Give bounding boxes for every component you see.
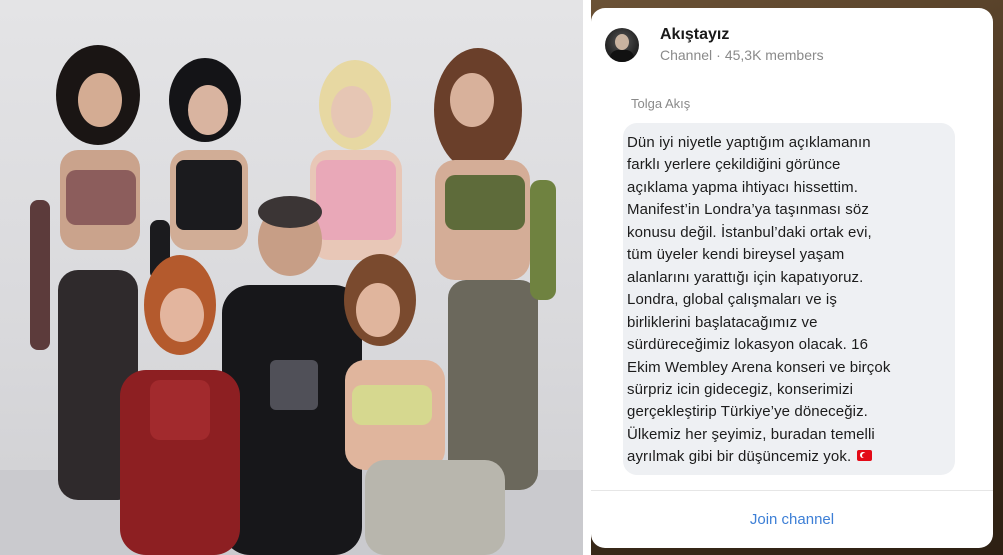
message-line: farklı yerlere çekildiğini görünce (627, 156, 841, 173)
channel-avatar[interactable] (605, 28, 639, 62)
message-line-text: tüm üyeler kendi bireysel yaşam (627, 246, 845, 264)
channel-subtitle: Channel · 45,3K members (660, 47, 824, 63)
separator-dot: · (716, 47, 721, 63)
join-channel-button[interactable]: Join channel (591, 491, 993, 548)
avatar-face (615, 34, 629, 50)
person-4 (434, 48, 556, 490)
channel-type: Channel (660, 47, 713, 63)
message-line-text: Ülkemiz her şeyimiz, buradan temelli (627, 425, 875, 443)
message-line: sürdüreceğimiz lokasyon olacak. 16 (627, 336, 868, 353)
message-line-text: alanlarını yarattığı için kapatıyoruz. (627, 268, 864, 286)
message-line: konusu değil. İstanbul’daki ortak evi, (627, 224, 872, 241)
channel-header[interactable]: Akıştayız Channel · 45,3K members (591, 8, 993, 72)
channel-card: Akıştayız Channel · 45,3K members Tolga Ak… (591, 8, 993, 548)
message-line-text: açıklama yapma ihtiyacı hissettim. (627, 178, 858, 196)
message-sender: Tolga Akış (631, 96, 691, 111)
message-line: Dün iyi niyetle yaptığım açıklamanın (627, 134, 871, 151)
message-line-text: farklı yerlere çekildiğini görünce (627, 156, 841, 174)
message-line-text: ayrılmak gibi bir düşüncemiz yok. (627, 448, 852, 466)
channel-name: Akıştayız (660, 26, 730, 43)
message-line-text: Dün iyi niyetle yaptığım açıklamanın (627, 134, 871, 151)
message-line: Londra, global çalışmaları ve iş (627, 291, 837, 308)
message-line-text: sürdüreceğimiz lokasyon olacak. 16 (627, 336, 869, 354)
message-line: sürpriz icin gidecegiz, konserimizi (627, 381, 853, 398)
message-line-text: Ekim Wembley Arena konseri ve birçok (627, 358, 891, 376)
message-line-text: sürpriz icin gidecegiz, konserimizi (627, 380, 854, 398)
message-line: Ekim Wembley Arena konseri ve birçok (627, 359, 890, 376)
message-line: Ülkemiz her şeyimiz, buradan temelli (627, 426, 875, 443)
turkey-flag-icon (857, 449, 873, 461)
message-line-text: birliklerini başlatacağımız ve (627, 313, 818, 331)
image-divider (583, 0, 591, 555)
message-line: ayrılmak gibi bir düşüncemiz yok. (627, 448, 873, 466)
message-line: birliklerini başlatacağımız ve (627, 314, 818, 331)
message-line: açıklama yapma ihtiyacı hissettim. (627, 179, 858, 196)
message-line: gerçekleştirip Türkiye’ye döneceğiz. (627, 403, 868, 420)
avatar-shirt (610, 50, 634, 62)
channel-member-count: 45,3K members (724, 47, 824, 63)
message-line-text: Manifest’in Londra’ya taşınması söz (627, 201, 869, 219)
message-line: tüm üyeler kendi bireysel yaşam (627, 246, 844, 263)
person-3 (310, 60, 402, 260)
person-2 (150, 58, 248, 280)
message-line: Manifest’in Londra’ya taşınması söz (627, 201, 869, 218)
group-photo-illustration (0, 45, 583, 555)
message-line-text: Londra, global çalışmaları ve iş (627, 291, 837, 309)
group-photo (0, 0, 583, 555)
message-line: alanlarını yarattığı için kapatıyoruz. (627, 269, 863, 286)
message-line-text: konusu değil. İstanbul’daki ortak evi, (627, 223, 872, 241)
message-line-text: gerçekleştirip Türkiye’ye döneceğiz. (627, 403, 868, 421)
